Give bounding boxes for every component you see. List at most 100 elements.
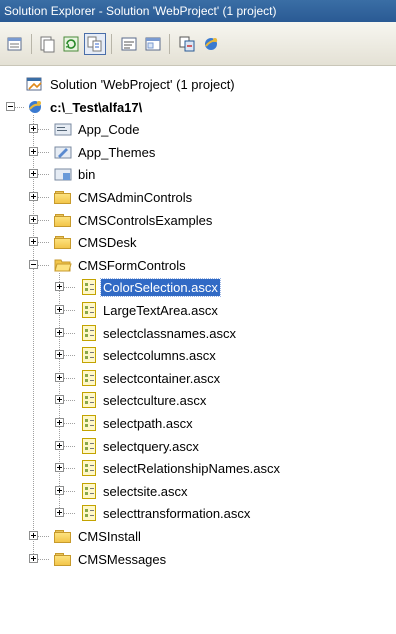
expand-icon[interactable] (29, 215, 38, 224)
expand-icon[interactable] (55, 350, 64, 359)
file-label[interactable]: selectcolumns.ascx (101, 347, 218, 364)
tree-node-solution[interactable]: Solution 'WebProject' (1 project) (0, 74, 396, 95)
expand-icon[interactable] (55, 486, 64, 495)
folder-label[interactable]: CMSAdminControls (76, 189, 194, 206)
expand-icon[interactable] (55, 328, 64, 337)
expand-icon[interactable] (55, 395, 64, 404)
tree-connector (64, 378, 76, 379)
tree-connector (38, 129, 50, 130)
ascx-file-icon (80, 325, 98, 341)
refresh-icon (63, 36, 79, 52)
tree-node-file[interactable]: selectRelationshipNames.ascx (0, 458, 396, 479)
tree-connector (64, 400, 76, 401)
copy-website-button[interactable] (176, 33, 198, 55)
expand-icon[interactable] (29, 554, 38, 563)
expand-icon[interactable] (55, 282, 64, 291)
collapse-icon[interactable] (29, 260, 38, 269)
tree-node-folder[interactable]: App_Themes (0, 142, 396, 163)
expand-icon[interactable] (55, 508, 64, 517)
asp-net-configuration-button[interactable] (200, 33, 222, 55)
expand-icon[interactable] (55, 441, 64, 450)
tree-node-project[interactable]: c:\_Test\alfa17\ (0, 97, 396, 118)
view-designer-button[interactable] (142, 33, 164, 55)
tree-node-file[interactable]: selectpath.ascx (0, 413, 396, 434)
tree-connector (38, 265, 50, 266)
tree-node-folder[interactable]: App_Code (0, 119, 396, 140)
tree-node-folder[interactable]: bin (0, 164, 396, 185)
tree-node-folder[interactable]: CMSDesk (0, 232, 396, 253)
expand-icon[interactable] (29, 192, 38, 201)
tree-node-folder[interactable]: CMSControlsExamples (0, 210, 396, 231)
toolbar (0, 22, 396, 66)
open-folder-icon (54, 259, 72, 272)
file-label[interactable]: selecttransformation.ascx (101, 505, 252, 522)
tree-connector (38, 536, 50, 537)
file-label[interactable]: selectRelationshipNames.ascx (101, 460, 282, 477)
solution-label[interactable]: Solution 'WebProject' (1 project) (48, 76, 237, 93)
tree-node-folder[interactable]: CMSAdminControls (0, 187, 396, 208)
tree-node-folder-expanded[interactable]: CMSFormControls (0, 255, 396, 276)
tree-node-file[interactable]: selectculture.ascx (0, 390, 396, 411)
tree-node-file[interactable]: selectquery.ascx (0, 436, 396, 457)
tree-connector (38, 242, 50, 243)
tree-connector (64, 468, 76, 469)
folder-label[interactable]: CMSInstall (76, 528, 143, 545)
tree-connector (38, 559, 50, 560)
ascx-file-icon (80, 460, 98, 476)
tree-node-file[interactable]: LargeTextArea.ascx (0, 300, 396, 321)
project-label[interactable]: c:\_Test\alfa17\ (48, 99, 144, 116)
tree-node-file[interactable]: selectsite.ascx (0, 481, 396, 502)
show-all-files-button[interactable] (36, 33, 58, 55)
expand-icon[interactable] (55, 463, 64, 472)
folder-label[interactable]: CMSFormControls (76, 257, 188, 274)
folder-icon (54, 212, 72, 228)
tree-connector (64, 423, 76, 424)
folder-label[interactable]: App_Code (76, 121, 141, 138)
bin-folder-icon (54, 168, 72, 181)
ascx-file-icon (80, 438, 98, 454)
tree-node-file[interactable]: selectcolumns.ascx (0, 345, 396, 366)
file-label[interactable]: selectclassnames.ascx (101, 325, 238, 342)
folder-label[interactable]: CMSMessages (76, 551, 168, 568)
nest-related-files-button[interactable] (84, 33, 106, 55)
expand-icon[interactable] (55, 305, 64, 314)
file-label[interactable]: selectcontainer.ascx (101, 370, 222, 387)
expand-icon[interactable] (29, 124, 38, 133)
copy-website-icon (179, 36, 195, 52)
file-label[interactable]: selectculture.ascx (101, 392, 208, 409)
tree-node-file[interactable]: ColorSelection.ascx (0, 277, 396, 298)
ascx-file-icon (80, 392, 98, 408)
file-label[interactable]: LargeTextArea.ascx (101, 302, 220, 319)
expand-icon[interactable] (29, 147, 38, 156)
folder-label[interactable]: App_Themes (76, 144, 157, 161)
file-label[interactable]: selectquery.ascx (101, 438, 201, 455)
tree-node-file[interactable]: selectclassnames.ascx (0, 323, 396, 344)
expand-icon[interactable] (55, 373, 64, 382)
solution-icon (26, 77, 42, 91)
website-project-icon (29, 101, 41, 113)
tree-node-file[interactable]: selectcontainer.ascx (0, 368, 396, 389)
tree-connector (64, 446, 76, 447)
folder-label[interactable]: CMSDesk (76, 234, 139, 251)
folder-label[interactable]: CMSControlsExamples (76, 212, 214, 229)
view-code-icon (121, 37, 137, 51)
expand-icon[interactable] (29, 237, 38, 246)
expand-icon[interactable] (29, 169, 38, 178)
folder-icon (54, 551, 72, 567)
expand-icon[interactable] (55, 418, 64, 427)
app-themes-folder-icon (54, 146, 72, 159)
file-label[interactable]: selectpath.ascx (101, 415, 195, 432)
file-label[interactable]: selectsite.ascx (101, 483, 190, 500)
folder-label[interactable]: bin (76, 166, 97, 183)
collapse-icon[interactable] (6, 102, 15, 111)
tree-connector (64, 491, 76, 492)
file-label[interactable]: ColorSelection.ascx (100, 278, 221, 297)
tree-node-file[interactable]: selecttransformation.ascx (0, 503, 396, 524)
refresh-button[interactable] (60, 33, 82, 55)
expand-icon[interactable] (29, 531, 38, 540)
properties-button[interactable] (4, 33, 26, 55)
tree-node-folder[interactable]: CMSMessages (0, 549, 396, 570)
view-code-button[interactable] (118, 33, 140, 55)
tree-connector (38, 174, 50, 175)
tree-node-folder[interactable]: CMSInstall (0, 526, 396, 547)
